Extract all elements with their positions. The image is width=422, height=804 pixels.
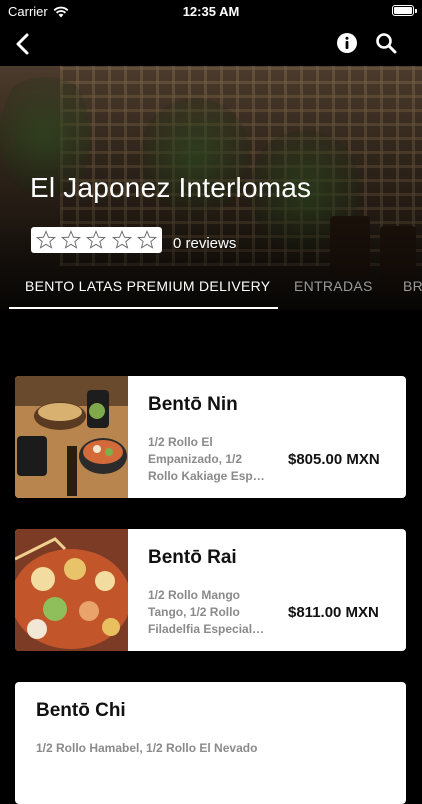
menu-item-price: $811.00 MXN bbox=[288, 604, 379, 621]
star-rating bbox=[31, 227, 162, 253]
back-button[interactable] bbox=[10, 30, 38, 58]
menu-item-card[interactable]: Bentō Nin 1/2 Rollo El Empanizado, 1/2 R… bbox=[15, 376, 406, 498]
star-outline-icon bbox=[61, 230, 82, 249]
star-outline-icon bbox=[111, 230, 132, 249]
menu-item-title: Bentō Nin bbox=[148, 394, 238, 415]
star-outline-icon bbox=[137, 230, 158, 249]
search-button[interactable] bbox=[374, 31, 398, 55]
status-bar: Carrier 12:35 AM bbox=[0, 0, 422, 22]
menu-item-image bbox=[15, 529, 128, 651]
menu-item-title: Bentō Chi bbox=[36, 700, 126, 721]
battery-icon bbox=[392, 5, 417, 16]
reviews-count[interactable]: 0 reviews bbox=[173, 235, 236, 252]
tab-indicator bbox=[9, 307, 278, 309]
tab-entradas[interactable]: ENTRADAS bbox=[294, 278, 373, 294]
menu-item-description: 1/2 Rollo Hamabel, 1/2 Rollo El Nevado bbox=[36, 741, 258, 755]
menu-item-description: 1/2 Rollo Mango Tango, 1/2 Rollo Filadel… bbox=[148, 588, 265, 636]
food-photo bbox=[15, 529, 128, 651]
menu-item-description: 1/2 Rollo El Empanizado, 1/2 Rollo Kakia… bbox=[148, 435, 265, 483]
nav-bar bbox=[0, 22, 422, 66]
menu-item-price: $805.00 MXN bbox=[288, 451, 380, 468]
tab-br[interactable]: BR bbox=[403, 278, 422, 294]
menu-item-title: Bentō Rai bbox=[148, 547, 237, 568]
food-photo bbox=[15, 376, 128, 498]
star-outline-icon bbox=[35, 230, 56, 249]
info-button[interactable] bbox=[336, 32, 358, 54]
menu-item-card[interactable]: Bentō Chi 1/2 Rollo Hamabel, 1/2 Rollo E… bbox=[15, 682, 406, 804]
tab-bento-latas[interactable]: BENTO LATAS PREMIUM DELIVERY bbox=[25, 278, 270, 294]
restaurant-name: El Japonez Interlomas bbox=[30, 172, 312, 203]
menu-item-image bbox=[15, 376, 128, 498]
menu-item-card[interactable]: Bentō Rai 1/2 Rollo Mango Tango, 1/2 Rol… bbox=[15, 529, 406, 651]
star-outline-icon bbox=[86, 230, 107, 249]
status-time: 12:35 AM bbox=[182, 4, 240, 19]
category-tabs: BENTO LATAS PREMIUM DELIVERY ENTRADAS BR bbox=[0, 266, 422, 310]
